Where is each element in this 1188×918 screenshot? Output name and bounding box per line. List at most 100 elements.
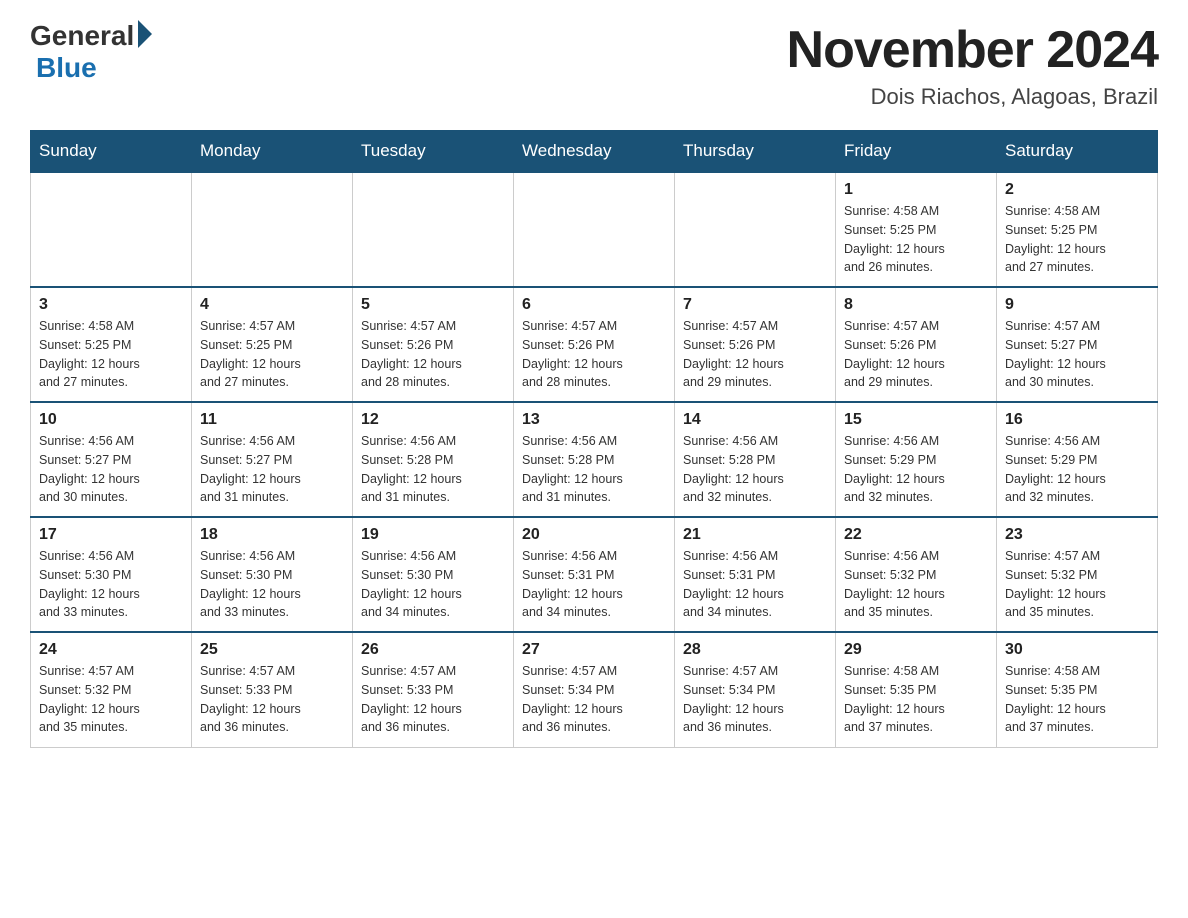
location-title: Dois Riachos, Alagoas, Brazil (787, 84, 1158, 110)
day-number: 29 (844, 641, 988, 659)
day-info: Sunrise: 4:58 AM Sunset: 5:25 PM Dayligh… (1005, 202, 1149, 277)
day-number: 20 (522, 526, 666, 544)
calendar-cell: 1 Sunrise: 4:58 AM Sunset: 5:25 PM Daylig… (836, 172, 997, 287)
day-number: 6 (522, 296, 666, 314)
day-number: 2 (1005, 181, 1149, 199)
day-number: 13 (522, 411, 666, 429)
day-number: 7 (683, 296, 827, 314)
calendar-cell: 3 Sunrise: 4:58 AM Sunset: 5:25 PM Daylig… (31, 287, 192, 402)
logo-blue: Blue (36, 52, 152, 84)
day-info: Sunrise: 4:56 AM Sunset: 5:28 PM Dayligh… (683, 432, 827, 507)
month-title: November 2024 (787, 20, 1158, 80)
day-number: 30 (1005, 641, 1149, 659)
day-info: Sunrise: 4:56 AM Sunset: 5:27 PM Dayligh… (39, 432, 183, 507)
calendar-cell: 27 Sunrise: 4:57 AM Sunset: 5:34 PM Dayli… (514, 632, 675, 747)
day-info: Sunrise: 4:56 AM Sunset: 5:28 PM Dayligh… (361, 432, 505, 507)
day-info: Sunrise: 4:57 AM Sunset: 5:27 PM Dayligh… (1005, 317, 1149, 392)
calendar-cell: 17 Sunrise: 4:56 AM Sunset: 5:30 PM Dayli… (31, 517, 192, 632)
calendar-cell: 8Sunrise: 4:57 AM Sunset: 5:26 PM Daylig… (836, 287, 997, 402)
weekday-header-saturday: Saturday (997, 131, 1158, 173)
calendar-cell: 6 Sunrise: 4:57 AM Sunset: 5:26 PM Daylig… (514, 287, 675, 402)
day-number: 19 (361, 526, 505, 544)
day-info: Sunrise: 4:57 AM Sunset: 5:32 PM Dayligh… (1005, 547, 1149, 622)
week-row-2: 3 Sunrise: 4:58 AM Sunset: 5:25 PM Daylig… (31, 287, 1158, 402)
day-number: 1 (844, 181, 988, 199)
day-info: Sunrise: 4:58 AM Sunset: 5:25 PM Dayligh… (844, 202, 988, 277)
calendar-cell: 28 Sunrise: 4:57 AM Sunset: 5:34 PM Dayli… (675, 632, 836, 747)
calendar-cell: 23Sunrise: 4:57 AM Sunset: 5:32 PM Dayli… (997, 517, 1158, 632)
calendar-cell: 12 Sunrise: 4:56 AM Sunset: 5:28 PM Dayli… (353, 402, 514, 517)
day-info: Sunrise: 4:56 AM Sunset: 5:27 PM Dayligh… (200, 432, 344, 507)
day-info: Sunrise: 4:58 AM Sunset: 5:35 PM Dayligh… (1005, 662, 1149, 737)
day-number: 5 (361, 296, 505, 314)
calendar-cell: 19 Sunrise: 4:56 AM Sunset: 5:30 PM Dayli… (353, 517, 514, 632)
day-number: 9 (1005, 296, 1149, 314)
week-row-4: 17 Sunrise: 4:56 AM Sunset: 5:30 PM Dayli… (31, 517, 1158, 632)
day-number: 4 (200, 296, 344, 314)
day-info: Sunrise: 4:56 AM Sunset: 5:30 PM Dayligh… (361, 547, 505, 622)
title-section: November 2024 Dois Riachos, Alagoas, Bra… (787, 20, 1158, 110)
calendar-cell: 21Sunrise: 4:56 AM Sunset: 5:31 PM Dayli… (675, 517, 836, 632)
day-number: 28 (683, 641, 827, 659)
calendar-cell: 18 Sunrise: 4:56 AM Sunset: 5:30 PM Dayli… (192, 517, 353, 632)
day-info: Sunrise: 4:58 AM Sunset: 5:35 PM Dayligh… (844, 662, 988, 737)
day-info: Sunrise: 4:56 AM Sunset: 5:30 PM Dayligh… (39, 547, 183, 622)
day-number: 25 (200, 641, 344, 659)
week-row-3: 10 Sunrise: 4:56 AM Sunset: 5:27 PM Dayli… (31, 402, 1158, 517)
calendar-cell: 29 Sunrise: 4:58 AM Sunset: 5:35 PM Dayli… (836, 632, 997, 747)
logo-general: General (30, 20, 134, 52)
day-info: Sunrise: 4:57 AM Sunset: 5:26 PM Dayligh… (361, 317, 505, 392)
day-info: Sunrise: 4:56 AM Sunset: 5:32 PM Dayligh… (844, 547, 988, 622)
day-number: 10 (39, 411, 183, 429)
calendar-cell: 9 Sunrise: 4:57 AM Sunset: 5:27 PM Daylig… (997, 287, 1158, 402)
calendar-table: SundayMondayTuesdayWednesdayThursdayFrid… (30, 130, 1158, 748)
calendar-cell: 22 Sunrise: 4:56 AM Sunset: 5:32 PM Dayli… (836, 517, 997, 632)
calendar-cell: 2 Sunrise: 4:58 AM Sunset: 5:25 PM Daylig… (997, 172, 1158, 287)
day-number: 3 (39, 296, 183, 314)
day-info: Sunrise: 4:57 AM Sunset: 5:33 PM Dayligh… (361, 662, 505, 737)
calendar-cell: 5 Sunrise: 4:57 AM Sunset: 5:26 PM Daylig… (353, 287, 514, 402)
day-number: 26 (361, 641, 505, 659)
weekday-header-friday: Friday (836, 131, 997, 173)
calendar-cell (192, 172, 353, 287)
calendar-cell: 10 Sunrise: 4:56 AM Sunset: 5:27 PM Dayli… (31, 402, 192, 517)
day-info: Sunrise: 4:57 AM Sunset: 5:25 PM Dayligh… (200, 317, 344, 392)
weekday-header-monday: Monday (192, 131, 353, 173)
day-info: Sunrise: 4:56 AM Sunset: 5:31 PM Dayligh… (683, 547, 827, 622)
week-row-1: 1 Sunrise: 4:58 AM Sunset: 5:25 PM Daylig… (31, 172, 1158, 287)
day-info: Sunrise: 4:58 AM Sunset: 5:25 PM Dayligh… (39, 317, 183, 392)
day-number: 15 (844, 411, 988, 429)
day-number: 12 (361, 411, 505, 429)
day-info: Sunrise: 4:56 AM Sunset: 5:30 PM Dayligh… (200, 547, 344, 622)
day-info: Sunrise: 4:57 AM Sunset: 5:34 PM Dayligh… (522, 662, 666, 737)
calendar-cell (675, 172, 836, 287)
weekday-header-row: SundayMondayTuesdayWednesdayThursdayFrid… (31, 131, 1158, 173)
calendar-cell: 14 Sunrise: 4:56 AM Sunset: 5:28 PM Dayli… (675, 402, 836, 517)
calendar-cell: 30 Sunrise: 4:58 AM Sunset: 5:35 PM Dayli… (997, 632, 1158, 747)
day-number: 14 (683, 411, 827, 429)
day-info: Sunrise: 4:57 AM Sunset: 5:34 PM Dayligh… (683, 662, 827, 737)
day-info: Sunrise: 4:57 AM Sunset: 5:26 PM Dayligh… (522, 317, 666, 392)
calendar-cell (353, 172, 514, 287)
calendar-cell: 20 Sunrise: 4:56 AM Sunset: 5:31 PM Dayli… (514, 517, 675, 632)
day-number: 18 (200, 526, 344, 544)
calendar-cell: 4 Sunrise: 4:57 AM Sunset: 5:25 PM Daylig… (192, 287, 353, 402)
day-number: 27 (522, 641, 666, 659)
page-header: General Blue November 2024 Dois Riachos,… (30, 20, 1158, 110)
calendar-cell: 25 Sunrise: 4:57 AM Sunset: 5:33 PM Dayli… (192, 632, 353, 747)
day-info: Sunrise: 4:57 AM Sunset: 5:33 PM Dayligh… (200, 662, 344, 737)
day-number: 16 (1005, 411, 1149, 429)
day-number: 22 (844, 526, 988, 544)
day-info: Sunrise: 4:57 AM Sunset: 5:32 PM Dayligh… (39, 662, 183, 737)
day-info: Sunrise: 4:57 AM Sunset: 5:26 PM Dayligh… (844, 317, 988, 392)
day-number: 11 (200, 411, 344, 429)
logo: General Blue (30, 20, 152, 84)
calendar-cell: 7 Sunrise: 4:57 AM Sunset: 5:26 PM Daylig… (675, 287, 836, 402)
day-number: 17 (39, 526, 183, 544)
day-info: Sunrise: 4:57 AM Sunset: 5:26 PM Dayligh… (683, 317, 827, 392)
day-info: Sunrise: 4:56 AM Sunset: 5:31 PM Dayligh… (522, 547, 666, 622)
weekday-header-tuesday: Tuesday (353, 131, 514, 173)
weekday-header-sunday: Sunday (31, 131, 192, 173)
logo-arrow-icon (138, 20, 152, 48)
day-info: Sunrise: 4:56 AM Sunset: 5:29 PM Dayligh… (1005, 432, 1149, 507)
